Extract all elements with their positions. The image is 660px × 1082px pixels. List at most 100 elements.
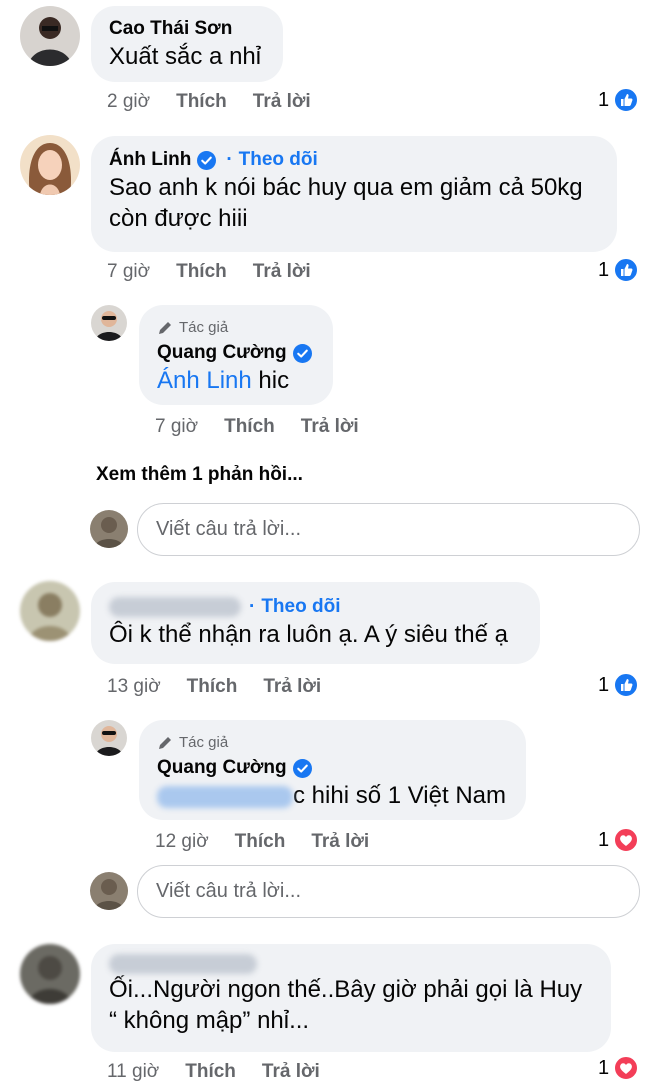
avatar-image [90,872,128,910]
comment-author[interactable]: Ánh Linh [109,148,191,172]
like-button[interactable]: Thích [187,676,238,698]
comment-text-line: Ối...Người ngon thế..Bây giờ phải gọi là… [109,976,583,1003]
like-reaction-icon [613,87,640,113]
avatar[interactable] [20,6,80,66]
comment-text-line: còn được hiii [109,205,248,232]
comment-text-line: Sao anh k nói bác huy qua em giảm cả 50k… [109,174,583,201]
mention-link-redacted[interactable] [157,785,293,808]
comment-bubble: Cao Thái Sơn Xuất sắc a nhỉ [91,6,283,82]
reply-bubble: Tác giả Quang Cường Ánh Linh hic [139,305,333,405]
comment-author-redacted[interactable] [109,954,257,974]
avatar-image [20,944,80,1004]
reaction-count-number: 1 [598,258,610,281]
comment-text-line: “ không mập” nhỉ... [109,1007,310,1034]
reply-button[interactable]: Trả lời [263,676,321,698]
avatar[interactable] [20,944,80,1004]
reply-button[interactable]: Trả lời [253,91,311,113]
reply-bubble: Tác giả Quang Cường c hihi số 1 Việt Nam [139,720,526,820]
avatar[interactable] [91,720,127,756]
avatar-image [20,6,80,66]
mention-link[interactable]: Ánh Linh [157,367,252,394]
reply-text: hic [251,367,290,394]
comment-header: Ánh Linh · Theo dõi [109,148,599,172]
author-tag: Tác giả [157,734,508,752]
comment-text: Sao anh k nói bác huy qua em giảm cả 50k… [109,172,599,234]
like-button[interactable]: Thích [176,261,227,283]
comment-header: Quang Cường [157,756,508,780]
reply-button[interactable]: Trả lời [311,831,369,853]
like-button[interactable]: Thích [235,831,286,853]
reaction-count[interactable]: 1 [598,1055,640,1081]
avatar[interactable] [91,305,127,341]
avatar[interactable] [20,135,80,195]
comment-text: Ối...Người ngon thế..Bây giờ phải gọi là… [109,974,593,1036]
pencil-icon [159,322,171,334]
comment-time[interactable]: 11 giờ [107,1061,159,1082]
avatar-image [20,581,80,641]
avatar-image [91,305,127,341]
see-more-replies-link[interactable]: Xem thêm 1 phản hồi... [96,464,303,486]
reaction-count[interactable]: 1 [598,672,640,698]
comment-header [109,954,593,974]
reaction-count[interactable]: 1 [598,257,640,283]
verified-icon [197,150,217,170]
follow-button[interactable]: Theo dõi [239,148,318,172]
comment-time[interactable]: 2 giờ [107,91,150,113]
like-reaction-icon [613,257,640,283]
reply-input[interactable]: Viết câu trả lời... [137,865,640,918]
comment-meta: 7 giờ Thích Trả lời [107,261,311,283]
reaction-count-number: 1 [598,1056,610,1079]
comment-author[interactable]: Quang Cường [157,341,287,365]
comment-bubble: Ối...Người ngon thế..Bây giờ phải gọi là… [91,944,611,1052]
reply-input-placeholder: Viết câu trả lời... [156,880,302,902]
reply-input-placeholder: Viết câu trả lời... [156,518,302,540]
comment-author-redacted[interactable] [109,597,241,617]
comment-meta: 13 giờ Thích Trả lời [107,676,321,698]
like-button[interactable]: Thích [176,91,227,113]
author-tag-label: Tác giả [179,734,229,751]
reaction-count[interactable]: 1 [598,827,640,853]
comment-time[interactable]: 12 giờ [155,831,209,853]
separator-dot: · [226,149,233,170]
reply-button[interactable]: Trả lời [301,416,359,438]
verified-icon [292,343,312,363]
like-button[interactable]: Thích [224,416,275,438]
avatar[interactable] [20,581,80,641]
love-reaction-icon [613,1055,640,1081]
comment-text: Xuất sắc a nhỉ [109,43,262,70]
reply-text: c hihi số 1 Việt Nam [293,782,506,809]
comment-text: c hihi số 1 Việt Nam [157,780,508,811]
comment-meta: 12 giờ Thích Trả lời [155,831,369,853]
reply-button[interactable]: Trả lời [253,261,311,283]
comment-header: · Theo dõi [109,595,522,619]
comment-author[interactable]: Cao Thái Sơn [109,17,265,41]
reply-button[interactable]: Trả lời [262,1061,320,1082]
avatar[interactable] [90,510,128,548]
avatar-image [90,510,128,548]
comment-meta: 2 giờ Thích Trả lời [107,91,311,113]
avatar[interactable] [90,872,128,910]
comment-text: Ánh Linh hic [157,365,315,396]
pencil-icon [159,737,171,749]
comment-author[interactable]: Quang Cường [157,756,287,780]
reply-input[interactable]: Viết câu trả lời... [137,503,640,556]
verified-icon [292,758,312,778]
comment-time[interactable]: 7 giờ [155,416,198,438]
author-tag: Tác giả [157,319,315,337]
separator-dot: · [249,596,256,617]
follow-button[interactable]: Theo dõi [261,595,340,619]
comment-meta: 11 giờ Thích Trả lời [107,1061,320,1082]
comment-header: Quang Cường [157,341,315,365]
reaction-count-number: 1 [598,88,610,111]
like-button[interactable]: Thích [185,1061,236,1082]
avatar-image [91,720,127,756]
comment-time[interactable]: 13 giờ [107,676,161,698]
love-reaction-icon [613,827,640,853]
reaction-count[interactable]: 1 [598,87,640,113]
comment-bubble: Ánh Linh · Theo dõi Sao anh k nói bác hu… [91,136,617,252]
comment-text: Ôi k thể nhận ra luôn ạ. A ý siêu thế ạ [109,621,508,648]
comment-time[interactable]: 7 giờ [107,261,150,283]
like-reaction-icon [613,672,640,698]
reaction-count-number: 1 [598,828,610,851]
reaction-count-number: 1 [598,673,610,696]
